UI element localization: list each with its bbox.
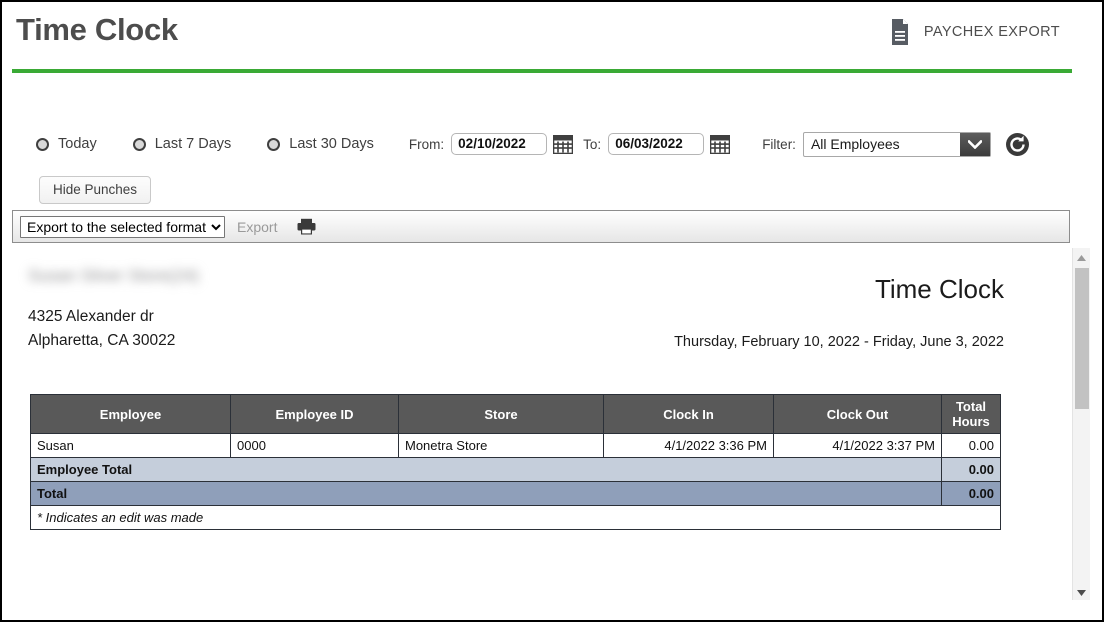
accent-rule: [12, 69, 1072, 73]
to-label: To:: [583, 136, 602, 152]
document-export-icon: [889, 18, 911, 46]
time-clock-table: Employee Employee ID Store Clock In Cloc…: [30, 394, 1001, 530]
from-date-input[interactable]: [451, 133, 548, 155]
radio-label: Last 7 Days: [154, 136, 232, 152]
cell-clock-in: 4/1/2022 3:36 PM: [603, 433, 774, 458]
column-header-clock-out: Clock Out: [773, 394, 942, 434]
export-format-select[interactable]: Export to the selected format: [20, 215, 225, 238]
scroll-down-button[interactable]: [1073, 583, 1090, 600]
report-title: Time Clock: [874, 274, 1004, 304]
cell-store: Monetra Store: [398, 433, 604, 458]
calendar-icon[interactable]: [547, 134, 583, 154]
date-range-radio-group: Today Last 7 Days Last 30 Days: [36, 136, 374, 152]
report-viewport: Susan Silver Store(24) 4325 Alexander dr…: [12, 248, 1070, 600]
radio-option-today[interactable]: Today: [36, 136, 97, 152]
export-toolbar: Export to the selected format Export: [12, 210, 1070, 243]
report-address-line1: 4325 Alexander dr: [28, 308, 154, 325]
column-header-store: Store: [398, 394, 604, 434]
table-header-row: Employee Employee ID Store Clock In Cloc…: [30, 394, 1001, 434]
to-date-block: To:: [583, 133, 740, 155]
cell-employee: Susan: [30, 433, 231, 458]
triangle-down-icon: [1077, 583, 1086, 601]
grand-total-value: 0.00: [941, 481, 1001, 506]
grand-total-label: Total: [30, 481, 942, 506]
footnote-text: * Indicates an edit was made: [30, 505, 1001, 530]
radio-option-last-7-days[interactable]: Last 7 Days: [132, 136, 232, 152]
radio-label: Today: [58, 136, 97, 152]
column-header-clock-in: Clock In: [603, 394, 774, 434]
column-header-employee: Employee: [30, 394, 231, 434]
employee-total-label: Employee Total: [30, 457, 942, 482]
from-date-block: From:: [409, 133, 583, 155]
employee-filter-select[interactable]: All Employees: [802, 131, 991, 157]
radio-icon[interactable]: [36, 137, 49, 151]
report-date-range: Thursday, February 10, 2022 - Friday, Ju…: [674, 334, 1004, 350]
radio-label: Last 30 Days: [289, 136, 374, 152]
cell-total-hours: 0.00: [941, 433, 1001, 458]
printer-icon[interactable]: [277, 218, 316, 235]
report-document: Susan Silver Store(24) 4325 Alexander dr…: [12, 248, 1044, 600]
time-clock-window: Time Clock PAYCHEX EXPORT Today Last 7 D…: [0, 0, 1104, 622]
footnote-row: * Indicates an edit was made: [30, 505, 1001, 530]
employee-filter-block: Filter: All Employees: [762, 131, 1030, 157]
scrollbar-thumb[interactable]: [1075, 268, 1089, 409]
radio-option-last-30-days[interactable]: Last 30 Days: [267, 136, 374, 152]
page-header: Time Clock PAYCHEX EXPORT: [2, 2, 1102, 73]
hide-punches-button[interactable]: Hide Punches: [39, 176, 152, 204]
column-header-employee-id: Employee ID: [230, 394, 399, 434]
table-row: Susan 0000 Monetra Store 4/1/2022 3:36 P…: [30, 433, 1001, 458]
cell-employee-id: 0000: [230, 433, 399, 458]
employee-total-value: 0.00: [941, 457, 1001, 482]
from-label: From:: [408, 136, 445, 152]
grand-total-row: Total 0.00: [30, 481, 1001, 506]
employee-total-row: Employee Total 0.00: [30, 457, 1001, 482]
export-button[interactable]: Export: [237, 219, 277, 235]
cell-clock-out: 4/1/2022 3:37 PM: [773, 433, 942, 458]
filter-bar: Today Last 7 Days Last 30 Days From: 02/…: [2, 124, 1102, 164]
report-address-line2: Alpharetta, CA 30022: [28, 332, 176, 349]
radio-icon[interactable]: [132, 137, 146, 151]
calendar-icon[interactable]: [704, 134, 740, 154]
radio-icon[interactable]: [267, 137, 281, 151]
paychex-export-label: PAYCHEX EXPORT: [923, 24, 1060, 40]
scroll-up-button[interactable]: [1073, 248, 1090, 265]
chevron-down-icon[interactable]: [959, 132, 990, 156]
filter-label: Filter:: [762, 136, 796, 152]
triangle-up-icon: [1077, 248, 1086, 266]
report-store-name: Susan Silver Store(24): [28, 266, 200, 285]
employee-filter-value: All Employees: [810, 136, 900, 152]
paychex-export-button[interactable]: PAYCHEX EXPORT: [889, 18, 1060, 46]
column-header-total-hours: Total Hours: [941, 394, 1001, 434]
to-date-input[interactable]: [608, 133, 705, 155]
refresh-icon[interactable]: [991, 132, 1030, 157]
report-scrollbar[interactable]: [1072, 248, 1090, 600]
page-title: Time Clock: [16, 12, 178, 47]
